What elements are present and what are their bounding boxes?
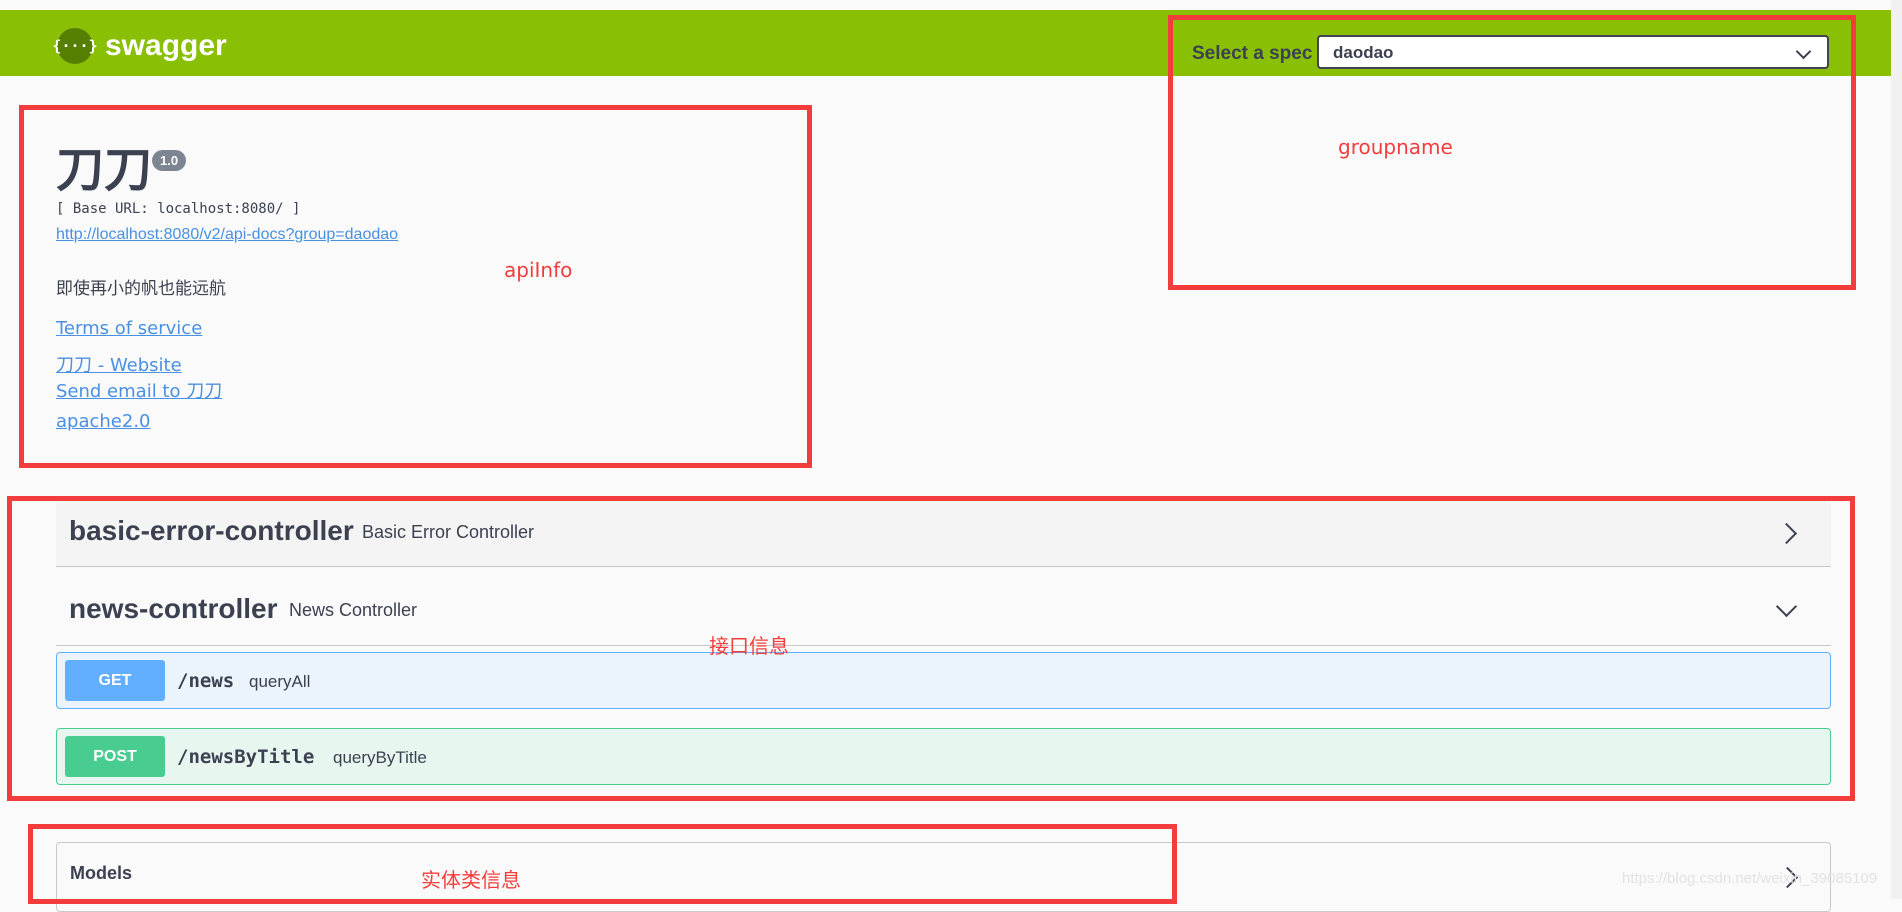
swagger-logo-icon: {···} [52, 28, 98, 64]
annotation-label-model-info: 实体类信息 [421, 868, 521, 892]
swagger-logo[interactable]: {···} swagger [52, 28, 227, 64]
annotation-box-interfaces [7, 496, 1855, 801]
annotation-label-interface-info: 接口信息 [709, 634, 789, 658]
swagger-logo-text: swagger [105, 29, 227, 62]
watermark: https://blog.csdn.net/weixin_39085109 [1622, 870, 1878, 887]
annotation-label-apiinfo: apiInfo [504, 258, 573, 282]
annotation-label-groupname: groupname [1338, 135, 1453, 159]
annotation-box-models [28, 824, 1177, 904]
annotation-box-groupname [1168, 15, 1856, 290]
annotation-box-apiinfo [19, 105, 812, 468]
scrollbar[interactable] [1891, 0, 1902, 899]
